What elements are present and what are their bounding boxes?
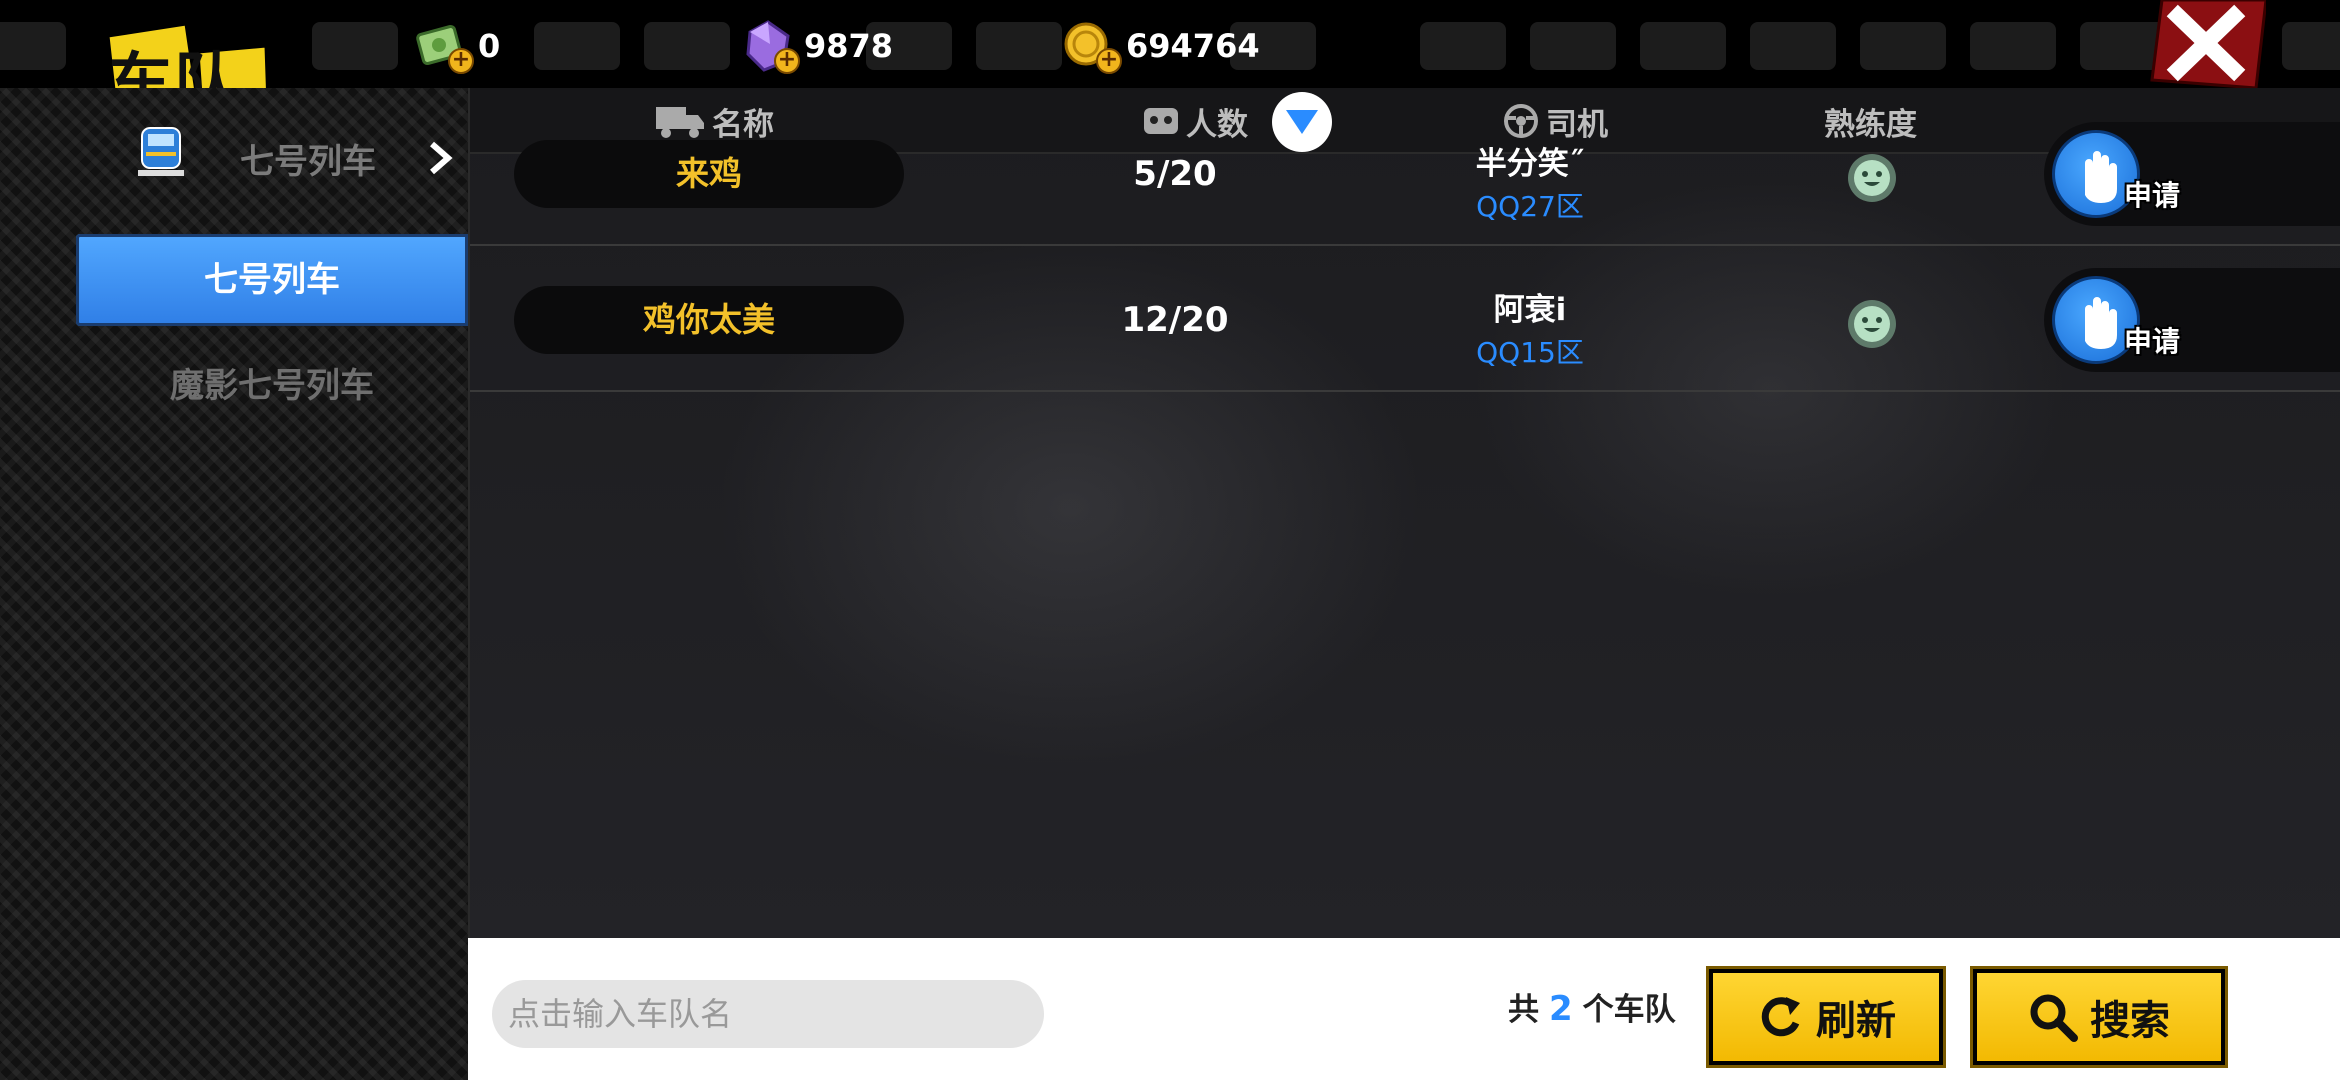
table-row[interactable]: 鸡你太美 12/20 阿衰i QQ15区 申请 <box>470 248 2340 392</box>
cash-currency[interactable]: + 0 <box>414 18 500 74</box>
diamond-currency[interactable]: + 9878 <box>740 18 893 74</box>
skill-face-icon <box>1848 154 1896 202</box>
apply-label: 申请 <box>2124 325 2181 358</box>
sidebar-item-qihao-lieche[interactable]: 七号列车 <box>76 234 468 326</box>
coin-value: 694764 <box>1126 27 1260 65</box>
total-count: 2 <box>1549 989 1573 1029</box>
apply-button[interactable]: 申请 <box>2044 268 2340 372</box>
coin-icon: + <box>1062 18 1122 74</box>
coin-currency[interactable]: + 694764 <box>1062 18 1260 74</box>
driver-name: 阿衰i <box>1493 292 1567 328</box>
top-bar: + 0 + 9878 + 694764 <box>0 0 2340 90</box>
refresh-label: 刷新 <box>1816 998 1896 1044</box>
add-diamond-icon[interactable]: + <box>774 48 800 74</box>
team-list-panel: 名称 人数 司机 熟练度 来鸡 5/20 半分笑˝ QQ27区 申请 鸡你太美 … <box>468 88 2340 938</box>
diamond-icon: + <box>740 18 800 74</box>
add-cash-icon[interactable]: + <box>448 48 474 74</box>
sidebar-item-label: 魔影七号列车 <box>170 366 374 406</box>
apply-label: 申请 <box>2124 179 2181 212</box>
close-icon <box>2150 0 2268 90</box>
member-count: 5/20 <box>1133 154 1217 194</box>
team-name: 鸡你太美 <box>514 286 904 354</box>
member-count: 12/20 <box>1121 300 1229 340</box>
sidebar-group-label: 七号列车 <box>240 142 376 182</box>
table-row[interactable]: 来鸡 5/20 半分笑˝ QQ27区 申请 <box>470 102 2340 246</box>
cash-value: 0 <box>478 27 501 65</box>
driver-name: 半分笑˝ <box>1475 146 1585 182</box>
driver-info: 阿衰i QQ15区 <box>1410 284 1650 371</box>
team-name: 来鸡 <box>514 140 904 208</box>
refresh-icon <box>1761 997 1800 1037</box>
team-search-input[interactable] <box>492 980 1044 1048</box>
team-total: 共 2 个车队 <box>1508 938 1676 1080</box>
diamond-value: 9878 <box>804 27 894 65</box>
search-label: 搜索 <box>2090 998 2170 1044</box>
sidebar-item-moying-qihao-lieche[interactable]: 魔影七号列车 <box>76 340 468 432</box>
driver-server: QQ15区 <box>1476 336 1584 369</box>
search-icon <box>2030 994 2078 1042</box>
total-suffix: 个车队 <box>1582 992 1676 1028</box>
total-prefix: 共 <box>1508 992 1539 1028</box>
close-button[interactable] <box>2148 0 2268 90</box>
driver-server: QQ27区 <box>1476 190 1584 223</box>
sidebar-item-label: 七号列车 <box>204 260 340 300</box>
search-button[interactable]: 搜索 <box>1970 966 2228 1068</box>
chevron-right-icon <box>430 141 453 175</box>
train-icon <box>138 127 184 176</box>
sidebar: 七号列车 七号列车 魔影七号列车 <box>0 88 468 1080</box>
apply-button[interactable]: 申请 <box>2044 122 2340 226</box>
driver-info: 半分笑˝ QQ27区 <box>1410 138 1650 225</box>
refresh-button[interactable]: 刷新 <box>1706 966 1946 1068</box>
add-coin-icon[interactable]: + <box>1096 48 1122 74</box>
cash-icon: + <box>414 18 474 74</box>
bottom-bar: 共2个车队 刷新 搜索 <box>468 938 2340 1080</box>
sidebar-group-header[interactable]: 七号列车 <box>0 108 468 204</box>
skill-face-icon <box>1848 300 1896 348</box>
